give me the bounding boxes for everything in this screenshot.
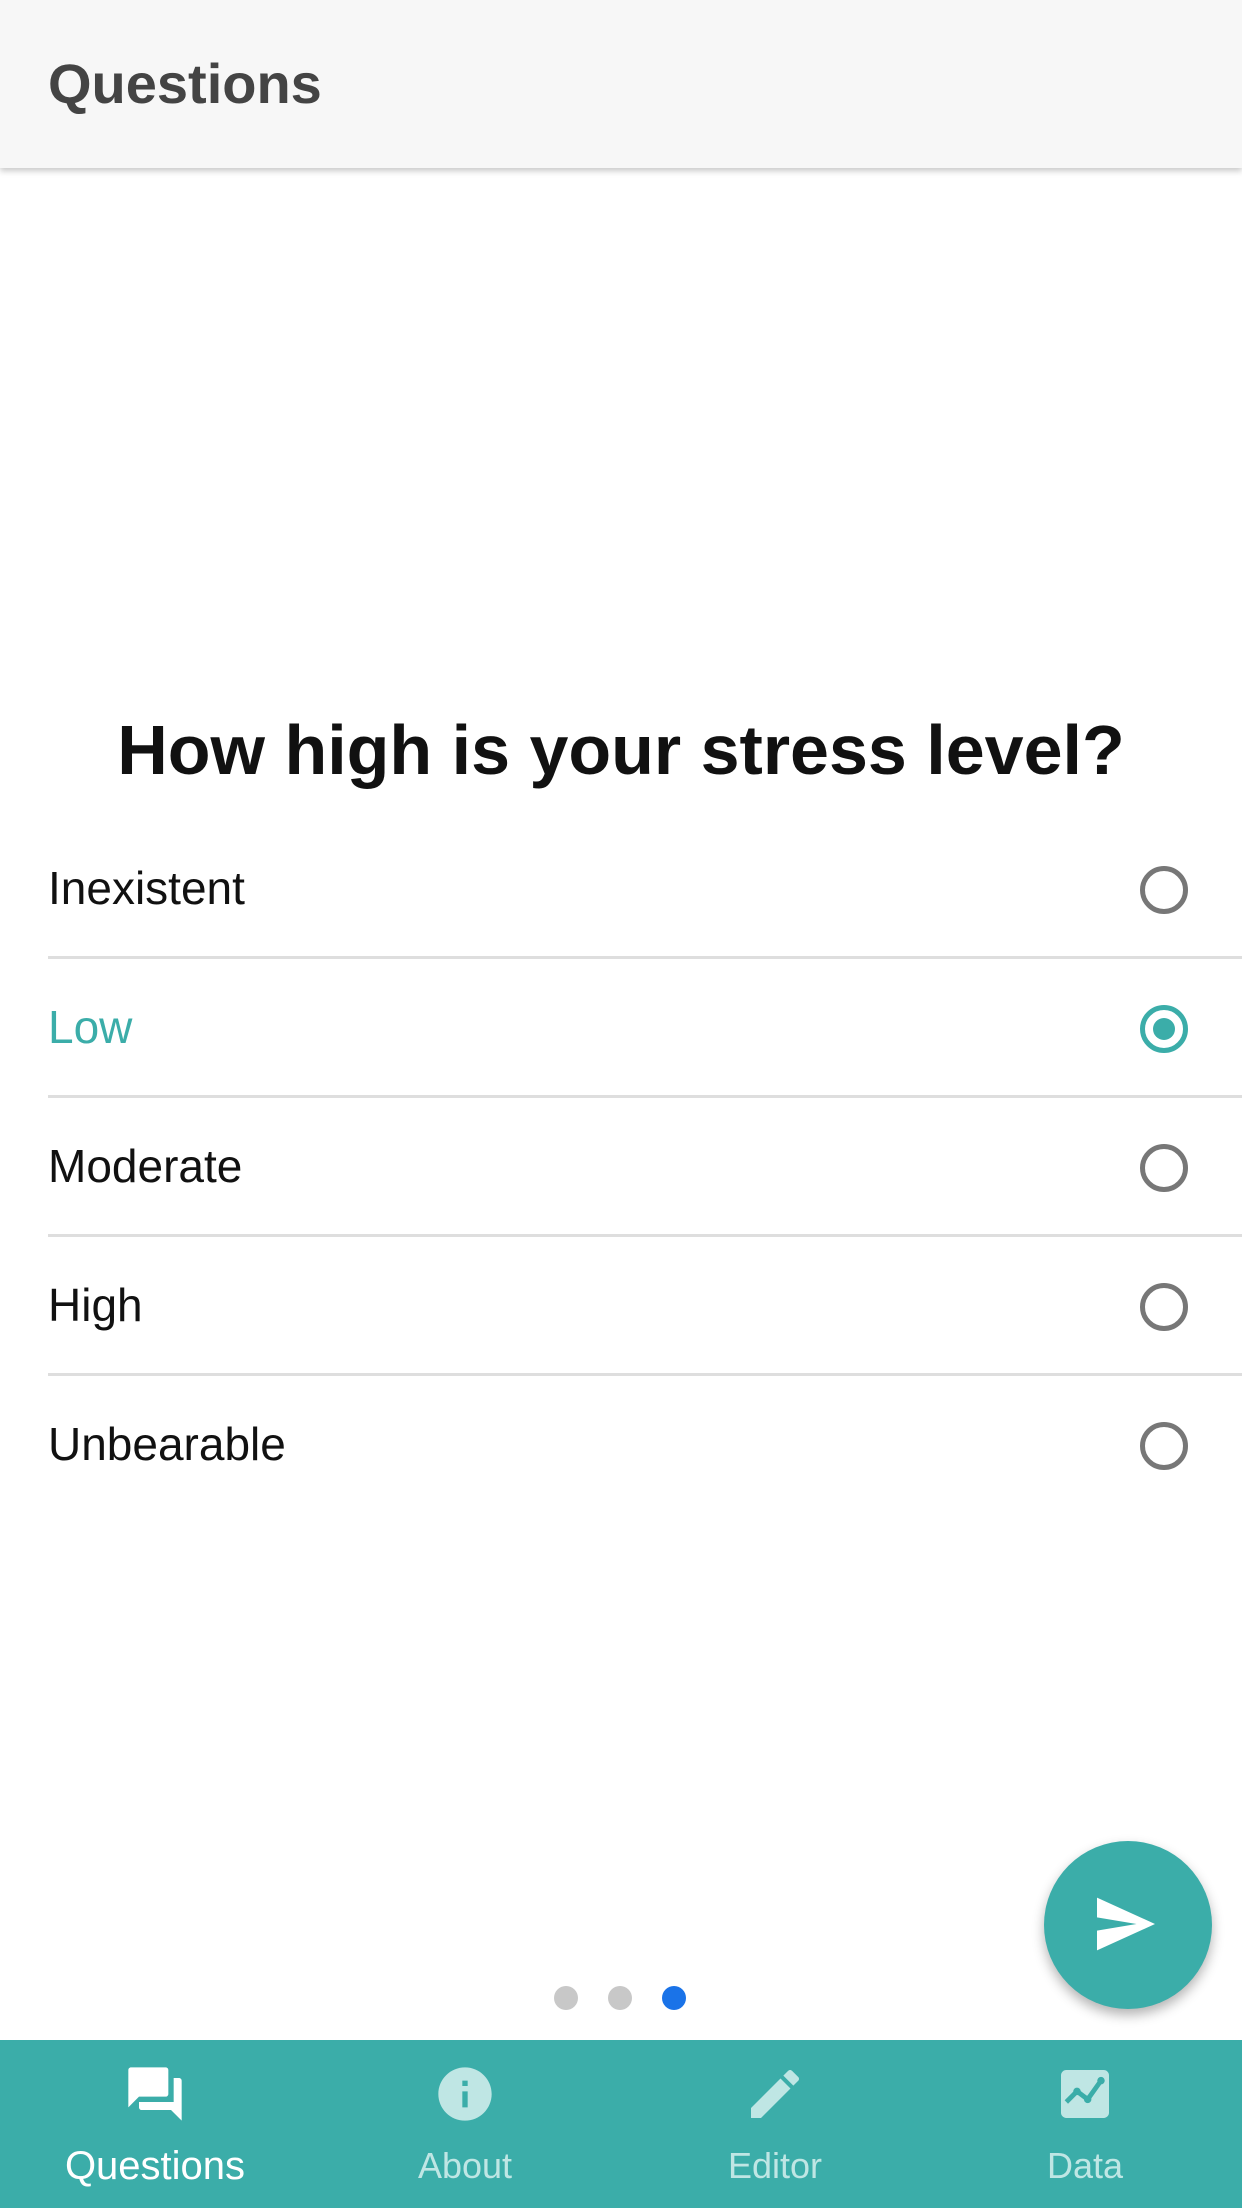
send-button[interactable] bbox=[1044, 1841, 1212, 2009]
page-dot[interactable] bbox=[554, 1986, 578, 2010]
option-low[interactable]: Low bbox=[48, 959, 1242, 1098]
radio-button[interactable] bbox=[1140, 1283, 1188, 1331]
option-label: Low bbox=[48, 1001, 133, 1053]
page-title: Questions bbox=[48, 52, 322, 115]
radio-button[interactable] bbox=[1140, 1422, 1188, 1470]
chart-icon bbox=[1061, 2070, 1109, 2118]
option-label: Unbearable bbox=[48, 1418, 286, 1470]
radio-button[interactable] bbox=[1140, 866, 1188, 914]
question-text: How high is your stress level? bbox=[117, 711, 1125, 789]
nav-about[interactable]: About bbox=[310, 2040, 620, 2208]
option-label: High bbox=[48, 1279, 143, 1331]
nav-label: Editor bbox=[727, 2145, 823, 2186]
bottom-navigation: Questions About Editor Data bbox=[0, 2040, 1242, 2208]
nav-editor[interactable]: Editor bbox=[620, 2040, 930, 2208]
nav-label: Questions bbox=[64, 2144, 246, 2188]
pencil-icon bbox=[751, 2069, 800, 2118]
page-dot[interactable] bbox=[662, 1986, 686, 2010]
radio-button[interactable] bbox=[1140, 1005, 1188, 1053]
nav-label: About bbox=[417, 2145, 513, 2186]
chat-icon bbox=[128, 2067, 182, 2121]
send-icon bbox=[1097, 1897, 1155, 1951]
option-high[interactable]: High bbox=[48, 1237, 1242, 1376]
answer-options: Inexistent Low Moderate High Unbearable bbox=[48, 820, 1242, 1512]
option-unbearable[interactable]: Unbearable bbox=[48, 1376, 1242, 1512]
nav-questions[interactable]: Questions bbox=[0, 2040, 310, 2208]
radio-selected-dot bbox=[1153, 1018, 1175, 1040]
info-icon bbox=[438, 2067, 492, 2121]
nav-label: Data bbox=[1046, 2145, 1124, 2186]
option-label: Moderate bbox=[48, 1140, 243, 1192]
page-dot[interactable] bbox=[608, 1986, 632, 2010]
radio-button[interactable] bbox=[1140, 1144, 1188, 1192]
option-moderate[interactable]: Moderate bbox=[48, 1098, 1242, 1237]
app-bar: Questions bbox=[0, 0, 1242, 168]
option-label: Inexistent bbox=[48, 862, 245, 914]
nav-data[interactable]: Data bbox=[930, 2040, 1240, 2208]
option-inexistent[interactable]: Inexistent bbox=[48, 820, 1242, 959]
